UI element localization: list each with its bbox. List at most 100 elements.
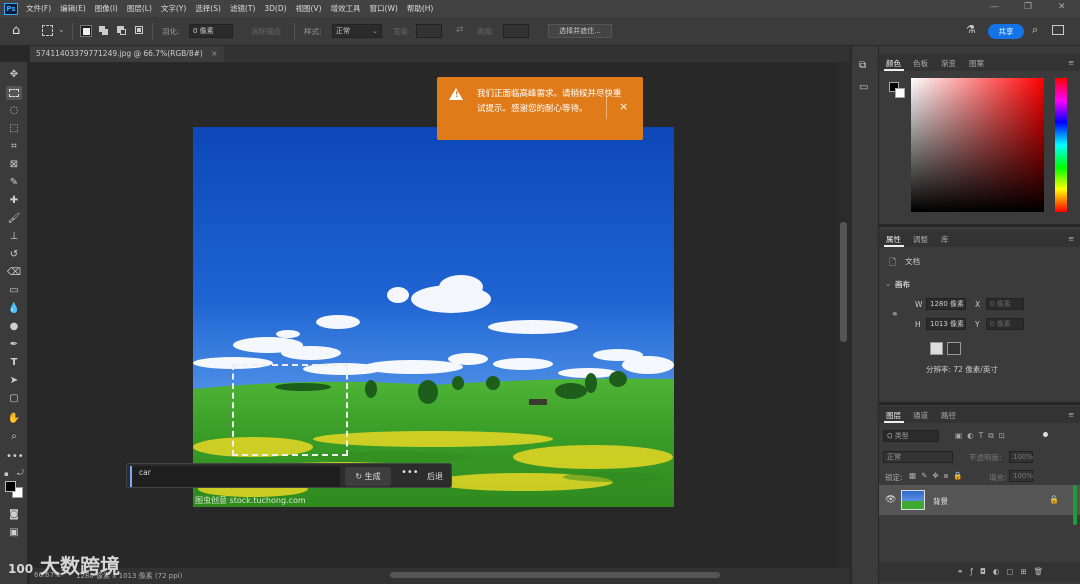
brush-icon[interactable]: 🖌 [6, 212, 22, 226]
move-tool-icon[interactable]: ✥ [6, 68, 22, 82]
lasso-icon[interactable]: ◌ [6, 104, 22, 118]
chevron-down-icon[interactable]: ⌄ [58, 25, 65, 34]
home-icon[interactable]: ⌂ [12, 23, 20, 38]
dodge-icon[interactable]: ● [6, 320, 22, 334]
tab-layers[interactable]: 图层 [886, 410, 901, 421]
menu-window[interactable]: 窗口(W) [370, 3, 398, 14]
search-icon[interactable]: ⌕ [1032, 23, 1038, 37]
generative-prompt-input[interactable]: car [130, 466, 340, 487]
panel-menu-icon[interactable]: ≡ [1068, 234, 1074, 243]
filter-toggle-icon[interactable] [1043, 432, 1048, 437]
select-and-mask-button[interactable]: 选择并遮住... [548, 24, 612, 38]
pen-icon[interactable]: ✒ [6, 338, 22, 352]
add-selection-icon[interactable] [98, 25, 110, 37]
quick-mask-icon[interactable]: ◙ [6, 508, 22, 522]
path-selection-icon[interactable]: ➤ [6, 374, 22, 388]
layer-row[interactable]: 👁 背景 🔒 [879, 485, 1080, 515]
layers-scrollbar[interactable] [1073, 485, 1077, 525]
layer-filter-icons[interactable]: ▣◐T⧉⊡ [955, 431, 1010, 441]
fill-input[interactable]: 100% [1009, 470, 1033, 482]
frame-icon[interactable]: ⊠ [6, 158, 22, 172]
document-tab[interactable]: 57411403379771249.jpg @ 66.7%(RGB/8#) × [30, 46, 224, 62]
tab-paths[interactable]: 路径 [941, 410, 956, 421]
link-icon[interactable]: ⚭ [891, 310, 899, 320]
subtract-selection-icon[interactable] [116, 25, 128, 37]
menu-plugins[interactable]: 增效工具 [331, 3, 361, 14]
eyedropper-icon[interactable]: ✎ [6, 176, 22, 190]
more-tools-icon[interactable]: ••• [6, 450, 24, 464]
hand-icon[interactable]: ✋ [6, 412, 22, 426]
screen-mode-icon[interactable]: ▣ [6, 526, 22, 540]
horizontal-scrollbar[interactable] [390, 572, 720, 578]
type-tool-icon[interactable]: T [6, 356, 22, 370]
style-select[interactable]: 正常 ⌄ [332, 24, 382, 38]
tab-gradients[interactable]: 渐变 [941, 58, 956, 69]
blur-icon[interactable]: 💧 [6, 302, 22, 316]
tab-swatches[interactable]: 色板 [913, 58, 928, 69]
color-field[interactable] [911, 78, 1044, 212]
tab-color[interactable]: 颜色 [886, 58, 901, 69]
canvas-width-input[interactable]: 1280 像素 [926, 298, 966, 310]
gradient-icon[interactable]: ▭ [6, 284, 22, 298]
landscape-orientation-icon[interactable] [947, 342, 961, 355]
new-selection-icon[interactable] [80, 25, 92, 37]
chevron-down-icon[interactable]: ⌄ [885, 279, 891, 288]
tab-libraries[interactable]: 库 [941, 234, 949, 245]
hue-slider[interactable] [1055, 78, 1067, 212]
close-tab-icon[interactable]: × [211, 49, 217, 58]
lock-icons[interactable]: ▩✎✥⧈🔒 [909, 471, 968, 481]
clone-stamp-icon[interactable]: ⊥ [6, 230, 22, 244]
marquee-preset-icon[interactable] [42, 25, 53, 36]
healing-brush-icon[interactable]: ✚ [6, 194, 22, 208]
foreground-color-swatch[interactable] [5, 481, 16, 492]
menu-layer[interactable]: 图层(L) [127, 3, 152, 14]
zoom-icon[interactable]: ⌕ [6, 430, 22, 444]
panel-menu-icon[interactable]: ≡ [1068, 58, 1074, 67]
crop-icon[interactable]: ⌗ [6, 140, 22, 154]
menu-view[interactable]: 视图(V) [296, 3, 322, 14]
history-brush-icon[interactable]: ↺ [6, 248, 22, 262]
tab-channels[interactable]: 通道 [913, 410, 928, 421]
history-panel-icon[interactable]: ⧉ [859, 60, 866, 71]
intersect-selection-icon[interactable] [134, 25, 146, 37]
menu-help[interactable]: 帮助(H) [407, 3, 434, 14]
eye-icon[interactable]: 👁 [885, 495, 896, 505]
rectangle-icon[interactable]: ▢ [6, 392, 22, 406]
menu-file[interactable]: 文件(F) [26, 3, 51, 14]
tab-properties[interactable]: 属性 [886, 234, 901, 245]
workspace-icon[interactable] [1052, 25, 1064, 35]
vertical-scrollbar[interactable] [838, 62, 850, 568]
generate-button[interactable]: ↻ 生成 [345, 467, 391, 486]
layer-actions-icons[interactable]: ⚭ƒ◘◐▢⊞🗑 [957, 567, 1050, 576]
tab-adjustments[interactable]: 调整 [913, 234, 928, 245]
object-selection-icon[interactable]: ⬚ [6, 122, 22, 136]
minimize-icon[interactable]: — [990, 2, 999, 12]
swap-icon[interactable]: ⇄ [456, 25, 464, 35]
tab-patterns[interactable]: 图案 [969, 58, 984, 69]
layer-filter-select[interactable]: Q 类型 [883, 430, 939, 442]
close-window-icon[interactable]: ✕ [1058, 2, 1066, 12]
menu-3d[interactable]: 3D(D) [264, 4, 286, 13]
marquee-selection[interactable] [232, 364, 348, 456]
portrait-orientation-icon[interactable] [930, 342, 943, 355]
x-input[interactable]: 0 像素 [986, 298, 1024, 310]
feather-input[interactable]: 0 像素 [189, 24, 233, 38]
swap-colors-icon[interactable]: ⤾ [17, 468, 24, 478]
height-input[interactable] [503, 24, 529, 38]
blend-mode-select[interactable]: 正常 [883, 451, 953, 463]
default-colors-icon[interactable]: ▪ [4, 470, 9, 478]
restore-icon[interactable]: ❐ [1024, 2, 1032, 12]
antialias-checkbox[interactable]: 消除锯齿 [251, 26, 281, 37]
rectangular-marquee-icon[interactable] [6, 86, 22, 100]
comments-panel-icon[interactable]: ▭ [859, 82, 868, 93]
opacity-input[interactable]: 100% [1009, 451, 1033, 463]
beaker-icon[interactable]: ⚗ [966, 23, 976, 36]
menu-image[interactable]: 图像(I) [95, 3, 118, 14]
toast-close-icon[interactable]: × [619, 100, 628, 113]
menu-select[interactable]: 选择(S) [195, 3, 221, 14]
canvas-height-input[interactable]: 1013 像素 [926, 318, 966, 330]
y-input[interactable]: 0 像素 [986, 318, 1024, 330]
back-button[interactable]: 后退 [427, 471, 443, 482]
background-swatch[interactable] [895, 88, 905, 98]
menu-type[interactable]: 文字(Y) [161, 3, 186, 14]
